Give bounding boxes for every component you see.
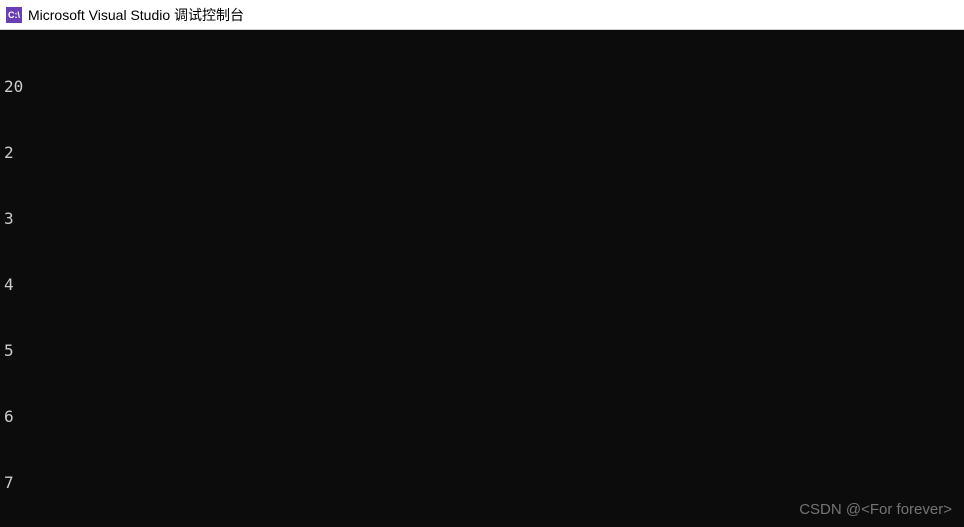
window-title: Microsoft Visual Studio 调试控制台 bbox=[28, 5, 244, 25]
console-line: 6 bbox=[4, 406, 960, 428]
console-output[interactable]: 20 2 3 4 5 6 7 8 9 10 11 12 13 14 15 16 … bbox=[0, 30, 964, 527]
console-line: 20 bbox=[4, 76, 960, 98]
console-line: 5 bbox=[4, 340, 960, 362]
console-line: 4 bbox=[4, 274, 960, 296]
watermark: CSDN @<For forever> bbox=[799, 499, 952, 521]
console-line: 3 bbox=[4, 208, 960, 230]
titlebar: C:\ Microsoft Visual Studio 调试控制台 bbox=[0, 0, 964, 30]
vs-console-icon: C:\ bbox=[6, 7, 22, 23]
console-line: 2 bbox=[4, 142, 960, 164]
console-line: 7 bbox=[4, 472, 960, 494]
